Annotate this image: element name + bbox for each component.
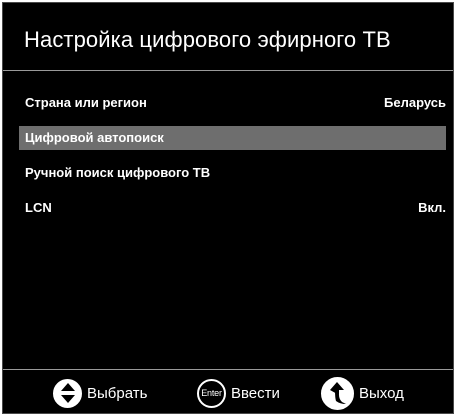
menu-item-label: Страна или регион <box>25 95 147 110</box>
menu-item-label: Ручной поиск цифрового ТВ <box>25 165 211 180</box>
hint-enter-label: Ввести <box>231 384 280 402</box>
menu-item-label: Цифровой автопоиск <box>25 130 164 145</box>
button-hints-bar: Выбрать Enter Ввести Выход <box>3 370 453 414</box>
menu-item-value: Беларусь <box>384 95 446 110</box>
menu-item-digital-autosearch[interactable]: Цифровой автопоиск <box>19 126 446 150</box>
hint-exit-label: Выход <box>359 384 404 402</box>
page-title: Настройка цифрового эфирного ТВ <box>24 27 391 52</box>
hint-select-label: Выбрать <box>87 384 148 402</box>
enter-icon-text: Enter <box>201 388 222 398</box>
menu-item-label: LCN <box>25 200 52 215</box>
menu-item-value: Вкл. <box>418 200 446 215</box>
settings-menu: Страна или регион Беларусь Цифровой авто… <box>19 91 446 231</box>
return-arrow-icon <box>321 376 354 410</box>
hint-enter: Enter Ввести <box>197 376 280 410</box>
header-divider <box>3 70 453 71</box>
menu-item-country-region[interactable]: Страна или регион Беларусь <box>19 91 446 115</box>
menu-item-manual-digital-search[interactable]: Ручной поиск цифрового ТВ <box>19 161 446 185</box>
menu-item-lcn[interactable]: LCN Вкл. <box>19 196 446 220</box>
tv-settings-screen: Настройка цифрового эфирного ТВ Страна и… <box>2 2 454 414</box>
up-down-arrows-icon <box>53 378 82 408</box>
hint-exit: Выход <box>321 376 404 410</box>
hint-select: Выбрать <box>53 376 147 410</box>
enter-icon: Enter <box>197 378 226 408</box>
